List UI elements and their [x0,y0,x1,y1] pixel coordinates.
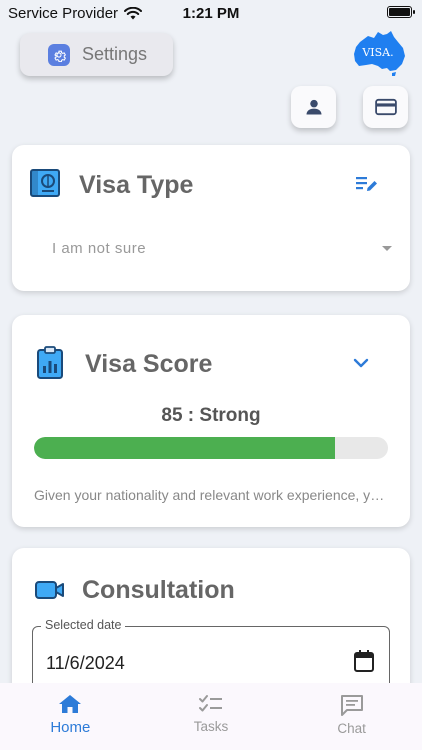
wifi-icon [124,6,143,19]
gear-icon [48,43,70,66]
visa-type-card: Visa Type I am not sure [12,145,410,291]
date-field-value: 11/6/2024 [46,653,125,673]
score-description: Given your nationality and relevant work… [34,487,390,503]
logo-text: VISA. [361,46,393,59]
caret-down-icon [382,246,392,251]
bottom-nav: Home Tasks Chat [0,683,422,750]
nav-tasks-label: Tasks [193,719,229,734]
video-camera-icon [35,581,64,599]
score-progress-fill [34,437,335,459]
status-bar: Service Provider 1:21 PM [0,0,422,26]
visa-score-title: Visa Score [85,350,213,378]
tasks-icon [199,695,222,712]
chevron-down-icon[interactable] [353,358,369,368]
clipboard-chart-icon [37,346,63,379]
settings-label: Settings [82,44,148,64]
nav-home[interactable]: Home [0,683,141,750]
home-icon [59,695,82,713]
score-value: 85 : Strong [161,405,261,426]
credit-card-icon [374,98,397,116]
nav-chat-label: Chat [337,721,366,736]
visa-type-dropdown[interactable]: I am not sure [52,240,392,264]
battery-icon [387,6,415,18]
calendar-icon[interactable] [353,649,375,673]
visa-type-value: I am not sure [52,240,147,257]
visa-type-title: Visa Type [79,171,194,199]
consultation-title: Consultation [82,576,235,604]
nav-home-label: Home [50,719,91,736]
profile-button[interactable] [291,86,336,128]
person-icon [306,99,321,115]
passport-icon [30,169,60,197]
visa-logo: VISA. [354,31,405,76]
nav-tasks[interactable]: Tasks [141,683,282,750]
nav-chat[interactable]: Chat [281,683,422,750]
edit-list-icon[interactable] [355,174,379,194]
date-field-label: Selected date [41,618,126,632]
chat-icon [340,695,363,716]
visa-score-card: Visa Score 85 : Strong Given your nation… [12,315,410,527]
payment-button[interactable] [363,86,408,128]
carrier-label: Service Provider [8,4,119,22]
score-progress-bar [34,437,388,459]
settings-button[interactable]: Settings [20,33,173,76]
